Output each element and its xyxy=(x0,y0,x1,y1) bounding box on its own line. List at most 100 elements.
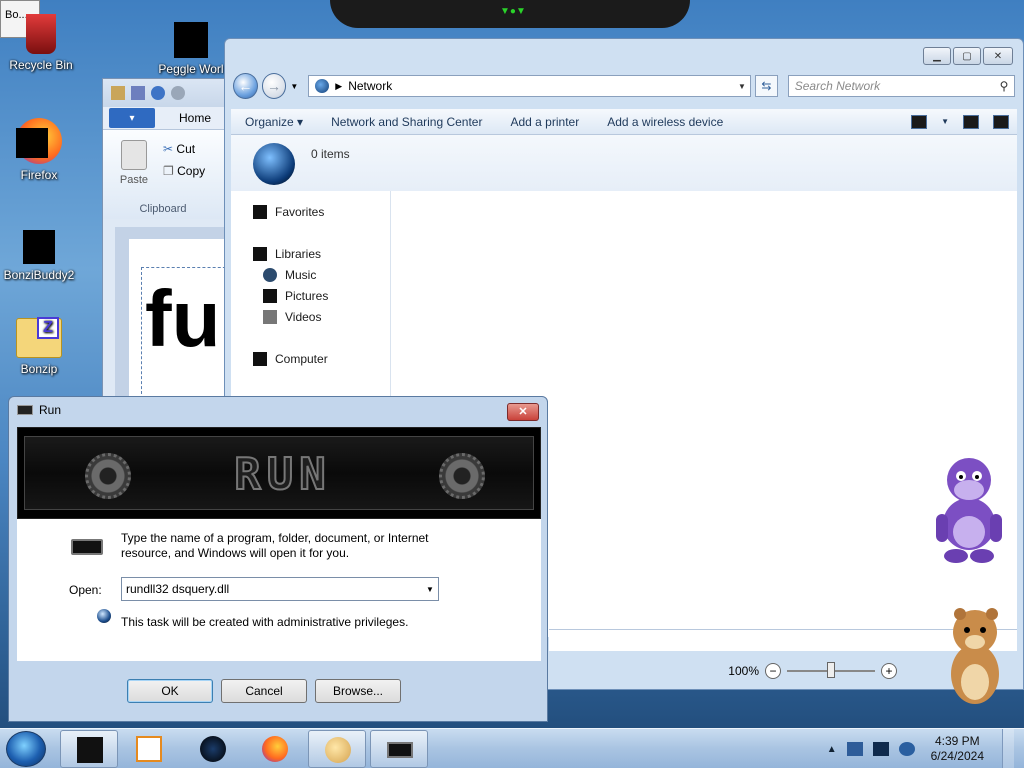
nav-item-favorites[interactable]: Favorites xyxy=(253,205,324,219)
paint-palette-icon xyxy=(325,737,351,763)
zoom-slider-thumb[interactable] xyxy=(827,662,835,678)
open-input-value[interactable]: rundll32 dsquery.dll xyxy=(126,582,229,596)
redo-icon[interactable] xyxy=(171,86,185,100)
quick-access-toolbar xyxy=(103,79,231,107)
run-program-icon xyxy=(71,539,103,555)
nav-label: Pictures xyxy=(285,289,329,303)
show-hidden-icons[interactable]: ▲ xyxy=(827,744,837,755)
preview-pane-icon[interactable] xyxy=(963,114,979,129)
close-button[interactable]: ✕ xyxy=(983,47,1013,65)
search-input[interactable]: Search Network ⚲ xyxy=(787,75,1015,97)
browse-button[interactable]: Browse... xyxy=(315,679,401,703)
desktop-icon-firefox[interactable]: Firefox xyxy=(0,118,78,182)
taskbar-button-run[interactable] xyxy=(370,730,428,768)
address-text: Network xyxy=(348,79,393,93)
paste-label: Paste xyxy=(119,174,149,186)
address-dropdown-icon[interactable]: ▼ xyxy=(734,82,750,91)
bonzibuddy-icon xyxy=(23,230,55,264)
run-icon xyxy=(17,405,33,415)
admin-note: This task will be created with administr… xyxy=(121,615,409,629)
run-description: Type the name of a program, folder, docu… xyxy=(121,531,429,560)
led-indicator: ▼●▼ xyxy=(500,6,526,17)
nav-item-computer[interactable]: Computer xyxy=(253,352,328,366)
banner-panel: RUN xyxy=(24,436,534,510)
zoom-out-button[interactable]: − xyxy=(765,663,781,679)
view-dropdown-icon[interactable]: ▼ xyxy=(941,115,949,129)
nav-item-pictures[interactable]: Pictures xyxy=(263,289,328,303)
help-icon[interactable] xyxy=(993,114,1009,129)
address-bar[interactable]: ▶ Network ▼ xyxy=(308,75,751,97)
close-button[interactable]: ✕ xyxy=(507,403,539,421)
forward-button[interactable]: → xyxy=(261,73,287,99)
desktop-icon-bonzibuddy2[interactable]: BonziBuddy2 xyxy=(0,222,78,282)
minimize-button[interactable]: ▁ xyxy=(923,47,951,65)
paste-button[interactable]: Paste xyxy=(117,140,151,186)
taskbar-button-paint[interactable] xyxy=(308,730,366,768)
dialog-title: Run xyxy=(39,403,62,417)
bonzi-buddy-character[interactable] xyxy=(930,452,1008,564)
add-wireless-device-button[interactable]: Add a wireless device xyxy=(593,115,737,129)
cancel-button[interactable]: Cancel xyxy=(221,679,307,703)
firefox-icon xyxy=(16,118,62,164)
clipboard-icon xyxy=(121,140,147,170)
item-count: 0 items xyxy=(311,147,350,161)
computer-icon xyxy=(253,352,267,366)
desktop-icon-peggle[interactable]: Peggle Worl xyxy=(152,8,230,76)
zoom-slider[interactable] xyxy=(787,662,875,678)
paint-canvas[interactable]: fu xyxy=(129,239,233,399)
clock[interactable]: 4:39 PM 6/24/2024 xyxy=(931,734,984,764)
file-menu-button[interactable]: ▾ xyxy=(109,108,155,128)
canvas-text: fu xyxy=(145,274,221,363)
organize-button[interactable]: Organize ▾ xyxy=(231,115,317,129)
cut-button[interactable]: ✂ Cut xyxy=(163,142,195,156)
save-icon[interactable] xyxy=(131,86,145,100)
network-sharing-center-button[interactable]: Network and Sharing Center xyxy=(317,115,496,129)
recent-pages-dropdown[interactable]: ▼ xyxy=(290,82,298,91)
favorites-icon xyxy=(253,205,267,219)
run-dialog[interactable]: Run ✕ RUN Type the name of a program, fo… xyxy=(8,396,548,722)
taskbar-button-explorer[interactable] xyxy=(60,730,118,768)
taskbar-button-media-player[interactable] xyxy=(120,730,178,768)
copy-button[interactable]: ❐ Copy xyxy=(163,164,205,178)
zoom-in-button[interactable]: + xyxy=(881,663,897,679)
breadcrumb-chevron-icon[interactable]: ▶ xyxy=(335,81,342,92)
ribbon: Paste ✂ Cut ❐ Copy Clipboard xyxy=(103,129,231,219)
open-combobox[interactable]: rundll32 dsquery.dll ▼ xyxy=(121,577,439,601)
ok-button[interactable]: OK xyxy=(127,679,213,703)
pictures-icon xyxy=(263,289,277,303)
desktop-icon-recycle-bin[interactable]: Recycle Bin xyxy=(2,8,80,72)
taskbar-button-network[interactable] xyxy=(184,730,242,768)
ribbon-tabs: ▾ Home xyxy=(103,107,231,129)
music-icon xyxy=(263,268,277,282)
nav-item-libraries[interactable]: Libraries xyxy=(253,247,321,261)
dialog-title-bar: Run xyxy=(17,403,61,417)
taskbar-button-firefox[interactable] xyxy=(246,730,304,768)
show-desktop-button[interactable] xyxy=(1002,729,1014,768)
network-status-icon[interactable] xyxy=(872,742,889,756)
desktop-icon-bonzip[interactable]: Z Bonzip xyxy=(0,317,78,376)
start-button[interactable] xyxy=(6,731,46,767)
paint-window[interactable]: ▾ Home Paste ✂ Cut ❐ Copy Clipboard fu xyxy=(102,78,233,399)
search-icon[interactable]: ⚲ xyxy=(994,79,1014,93)
paint-app-icon xyxy=(111,86,125,100)
clock-time: 4:39 PM xyxy=(934,734,980,748)
volume-icon[interactable] xyxy=(898,742,915,756)
banner-word: RUN xyxy=(233,449,332,500)
security-shield-icon[interactable] xyxy=(846,742,863,756)
globe-icon xyxy=(200,736,226,762)
desktop-icon-label: Firefox xyxy=(20,168,58,182)
maximize-button[interactable]: ▢ xyxy=(953,47,981,65)
combobox-dropdown-icon[interactable]: ▼ xyxy=(422,585,438,594)
add-printer-button[interactable]: Add a printer xyxy=(496,115,593,129)
nav-label: Libraries xyxy=(275,247,322,261)
nav-item-videos[interactable]: Videos xyxy=(263,310,321,324)
nav-item-music[interactable]: Music xyxy=(263,268,316,282)
run-icon xyxy=(387,742,413,758)
refresh-button[interactable]: ⇆ xyxy=(754,75,778,97)
change-view-icon[interactable] xyxy=(911,114,928,129)
copy-label: Copy xyxy=(177,164,206,178)
hamster-character[interactable] xyxy=(940,604,1010,708)
tab-home[interactable]: Home xyxy=(179,111,211,125)
back-button[interactable]: ← xyxy=(233,73,258,99)
undo-icon[interactable] xyxy=(151,86,165,100)
